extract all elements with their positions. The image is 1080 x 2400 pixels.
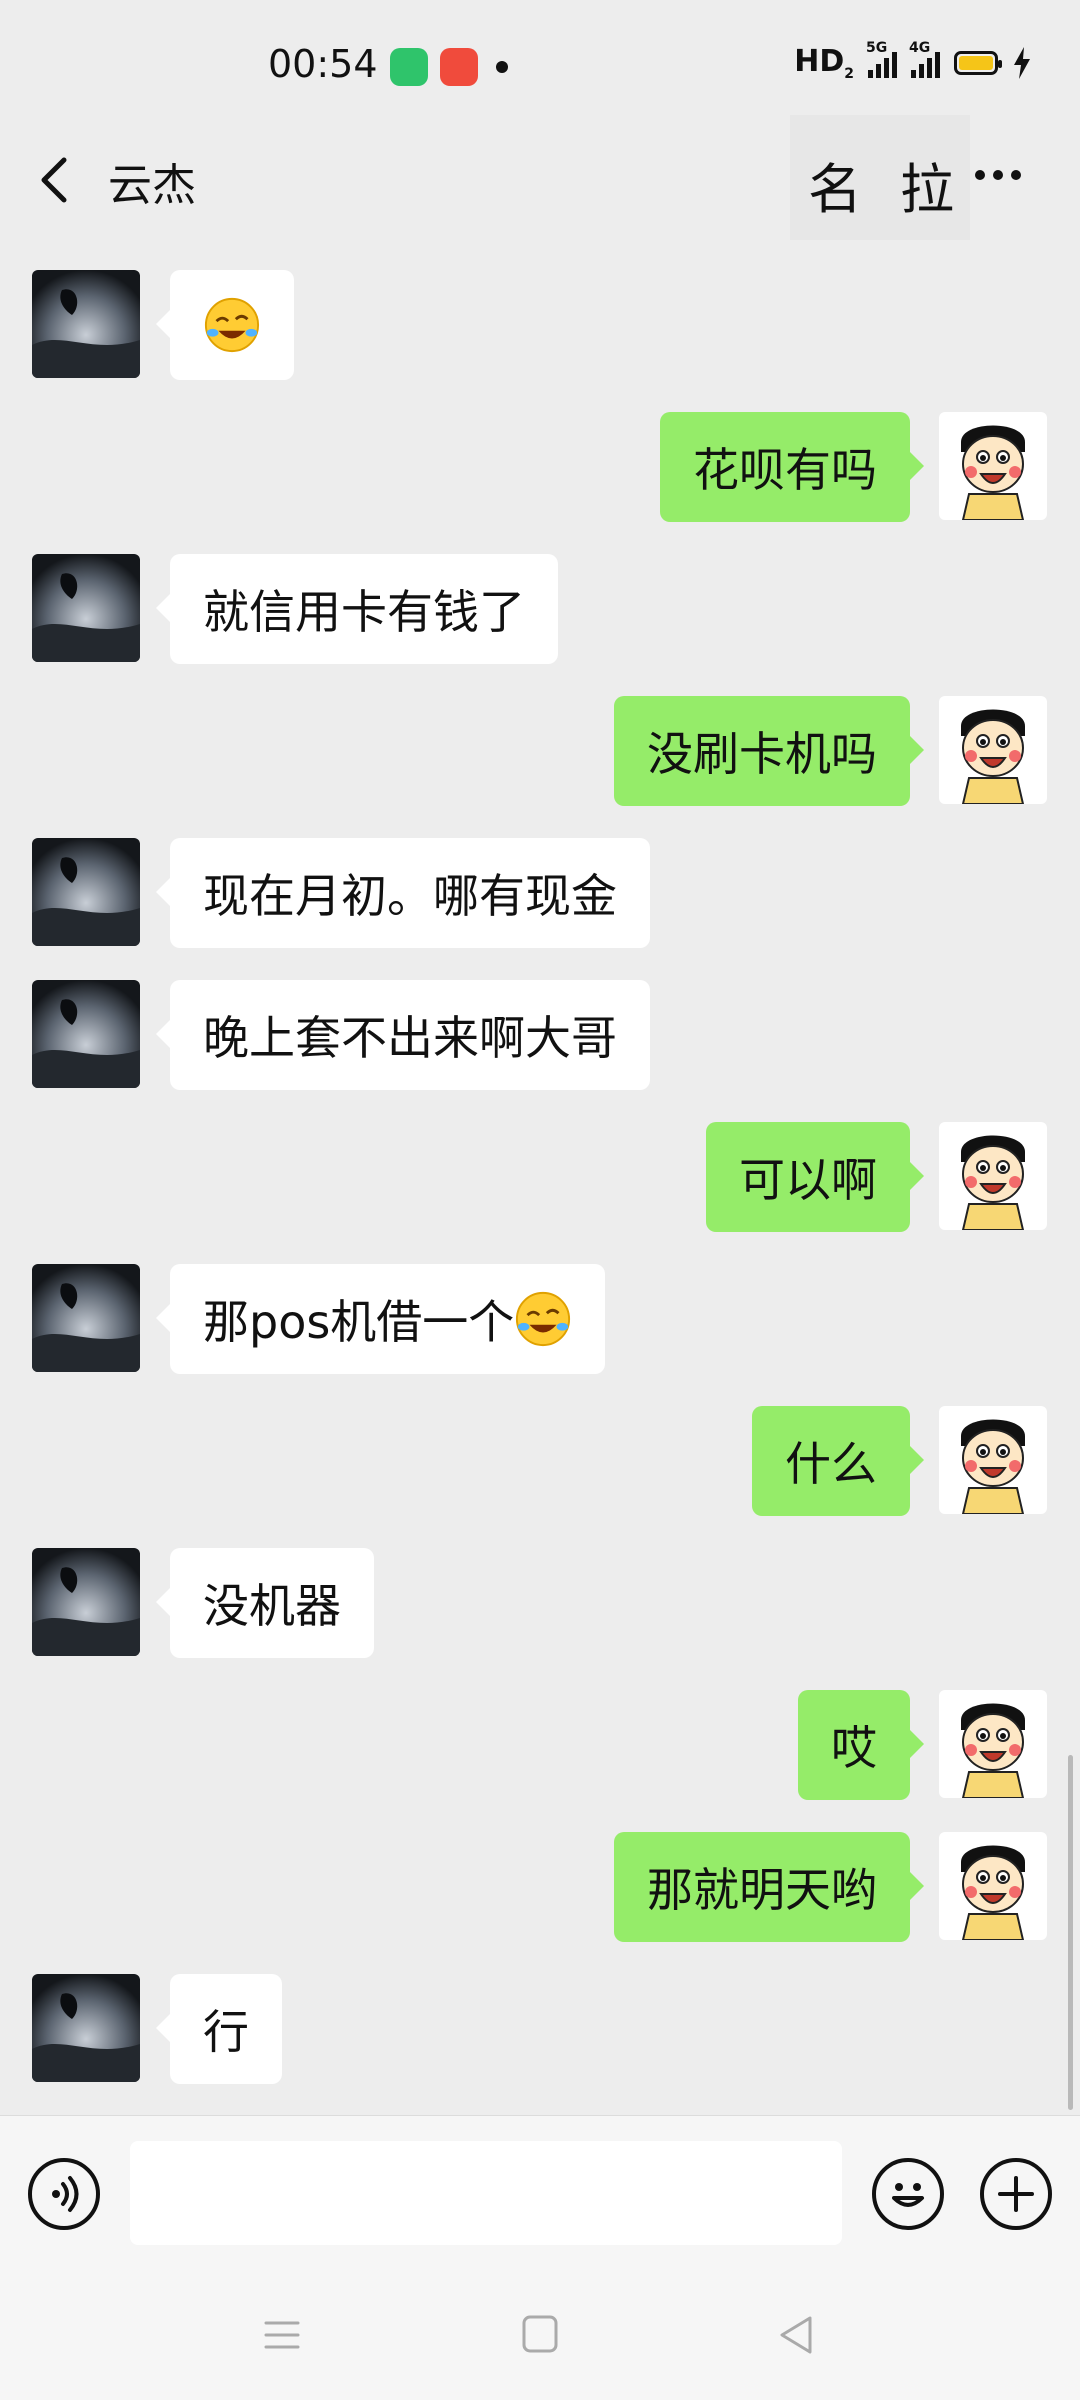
- message-bubble[interactable]: 哎: [798, 1690, 924, 1800]
- contact-avatar[interactable]: [32, 838, 140, 946]
- message-bubble[interactable]: 什么: [752, 1406, 924, 1516]
- message-bubble[interactable]: 没机器: [156, 1548, 374, 1658]
- message-bubble[interactable]: 现在月初。哪有现金: [156, 838, 650, 948]
- message-row: 那pos机借一个: [0, 1264, 1080, 1374]
- message-bubble[interactable]: 可以啊: [706, 1122, 924, 1232]
- message-bubble[interactable]: 那pos机借一个: [155, 1264, 606, 1374]
- battery-icon: [954, 51, 1002, 75]
- contact-avatar[interactable]: [32, 1264, 140, 1372]
- my-avatar[interactable]: [939, 412, 1047, 520]
- status-time: 00:54: [268, 42, 378, 86]
- notification-dot-icon: [496, 61, 508, 73]
- more-dots-icon[interactable]: [975, 170, 1021, 180]
- my-avatar[interactable]: [939, 696, 1047, 804]
- header-button-name[interactable]: 名: [808, 145, 862, 224]
- my-avatar[interactable]: [939, 1832, 1047, 1940]
- menu-icon[interactable]: [252, 2310, 312, 2360]
- message-bubble[interactable]: 那就明天哟: [614, 1832, 924, 1942]
- message-bubble[interactable]: 就信用卡有钱了: [156, 554, 558, 664]
- my-avatar[interactable]: [939, 1122, 1047, 1230]
- emoji-button[interactable]: [872, 2158, 944, 2230]
- smiley-icon: [892, 2183, 924, 2207]
- message-row: 什么: [0, 1406, 1080, 1516]
- message-row: 现在月初。哪有现金: [0, 838, 1080, 948]
- add-attachment-button[interactable]: [980, 2158, 1052, 2230]
- my-avatar[interactable]: [939, 1406, 1047, 1514]
- rolling-laughing-emoji-icon: [204, 297, 260, 353]
- app-notification-icon: [390, 48, 428, 86]
- signal-4g-icon: 4G: [909, 40, 940, 78]
- message-text: 那pos机借一个: [203, 1295, 515, 1349]
- status-bar: 00:54 HD2 5G 4G: [0, 0, 1080, 130]
- contact-avatar[interactable]: [32, 980, 140, 1088]
- message-bubble[interactable]: 没刷卡机吗: [614, 696, 924, 806]
- back-triangle-icon[interactable]: [768, 2310, 828, 2360]
- message-row: 花呗有吗: [0, 412, 1080, 522]
- message-row: 没机器: [0, 1548, 1080, 1658]
- message-row: [0, 270, 1080, 380]
- back-chevron-icon[interactable]: [30, 150, 80, 210]
- home-square-icon[interactable]: [510, 2310, 570, 2360]
- message-input[interactable]: [130, 2141, 842, 2245]
- my-avatar[interactable]: [939, 1690, 1047, 1798]
- message-row: 没刷卡机吗: [0, 696, 1080, 806]
- input-bar: [0, 2115, 1080, 2271]
- message-row: 那就明天哟: [0, 1832, 1080, 1942]
- hd-label: HD2: [794, 44, 854, 82]
- message-row: 晚上套不出来啊大哥: [0, 980, 1080, 1090]
- plus-icon: [998, 2176, 1034, 2212]
- status-indicators: HD2 5G 4G: [794, 40, 1032, 82]
- system-nav-bar: [0, 2270, 1080, 2400]
- scrollbar[interactable]: [1068, 1755, 1073, 2110]
- message-bubble[interactable]: 花呗有吗: [660, 412, 924, 522]
- contact-avatar[interactable]: [32, 1974, 140, 2082]
- message-bubble[interactable]: 行: [156, 1974, 282, 2084]
- message-row: 可以啊: [0, 1122, 1080, 1232]
- message-bubble[interactable]: [156, 270, 294, 380]
- chat-header: 云杰 名 拉: [0, 115, 1080, 240]
- contact-avatar[interactable]: [32, 270, 140, 378]
- voice-button[interactable]: [28, 2158, 100, 2230]
- header-button-pull[interactable]: 拉: [900, 145, 954, 224]
- message-row: 哎: [0, 1690, 1080, 1800]
- chat-title: 云杰: [108, 160, 196, 211]
- rolling-laughing-emoji-icon: [516, 1291, 571, 1347]
- message-list[interactable]: 花呗有吗 就信用卡有钱了 没刷卡机吗 现在月初。哪有现金 晚上套不出来啊大哥 可…: [0, 240, 1080, 2110]
- voice-icon: [52, 2176, 79, 2212]
- message-row: 行: [0, 1974, 1080, 2084]
- video-app-notification-icon: [440, 48, 478, 86]
- message-bubble[interactable]: 晚上套不出来啊大哥: [156, 980, 650, 1090]
- message-row: 就信用卡有钱了: [0, 554, 1080, 664]
- contact-avatar[interactable]: [32, 1548, 140, 1656]
- charging-icon: [1014, 47, 1030, 79]
- contact-avatar[interactable]: [32, 554, 140, 662]
- signal-5g-icon: 5G: [866, 40, 897, 78]
